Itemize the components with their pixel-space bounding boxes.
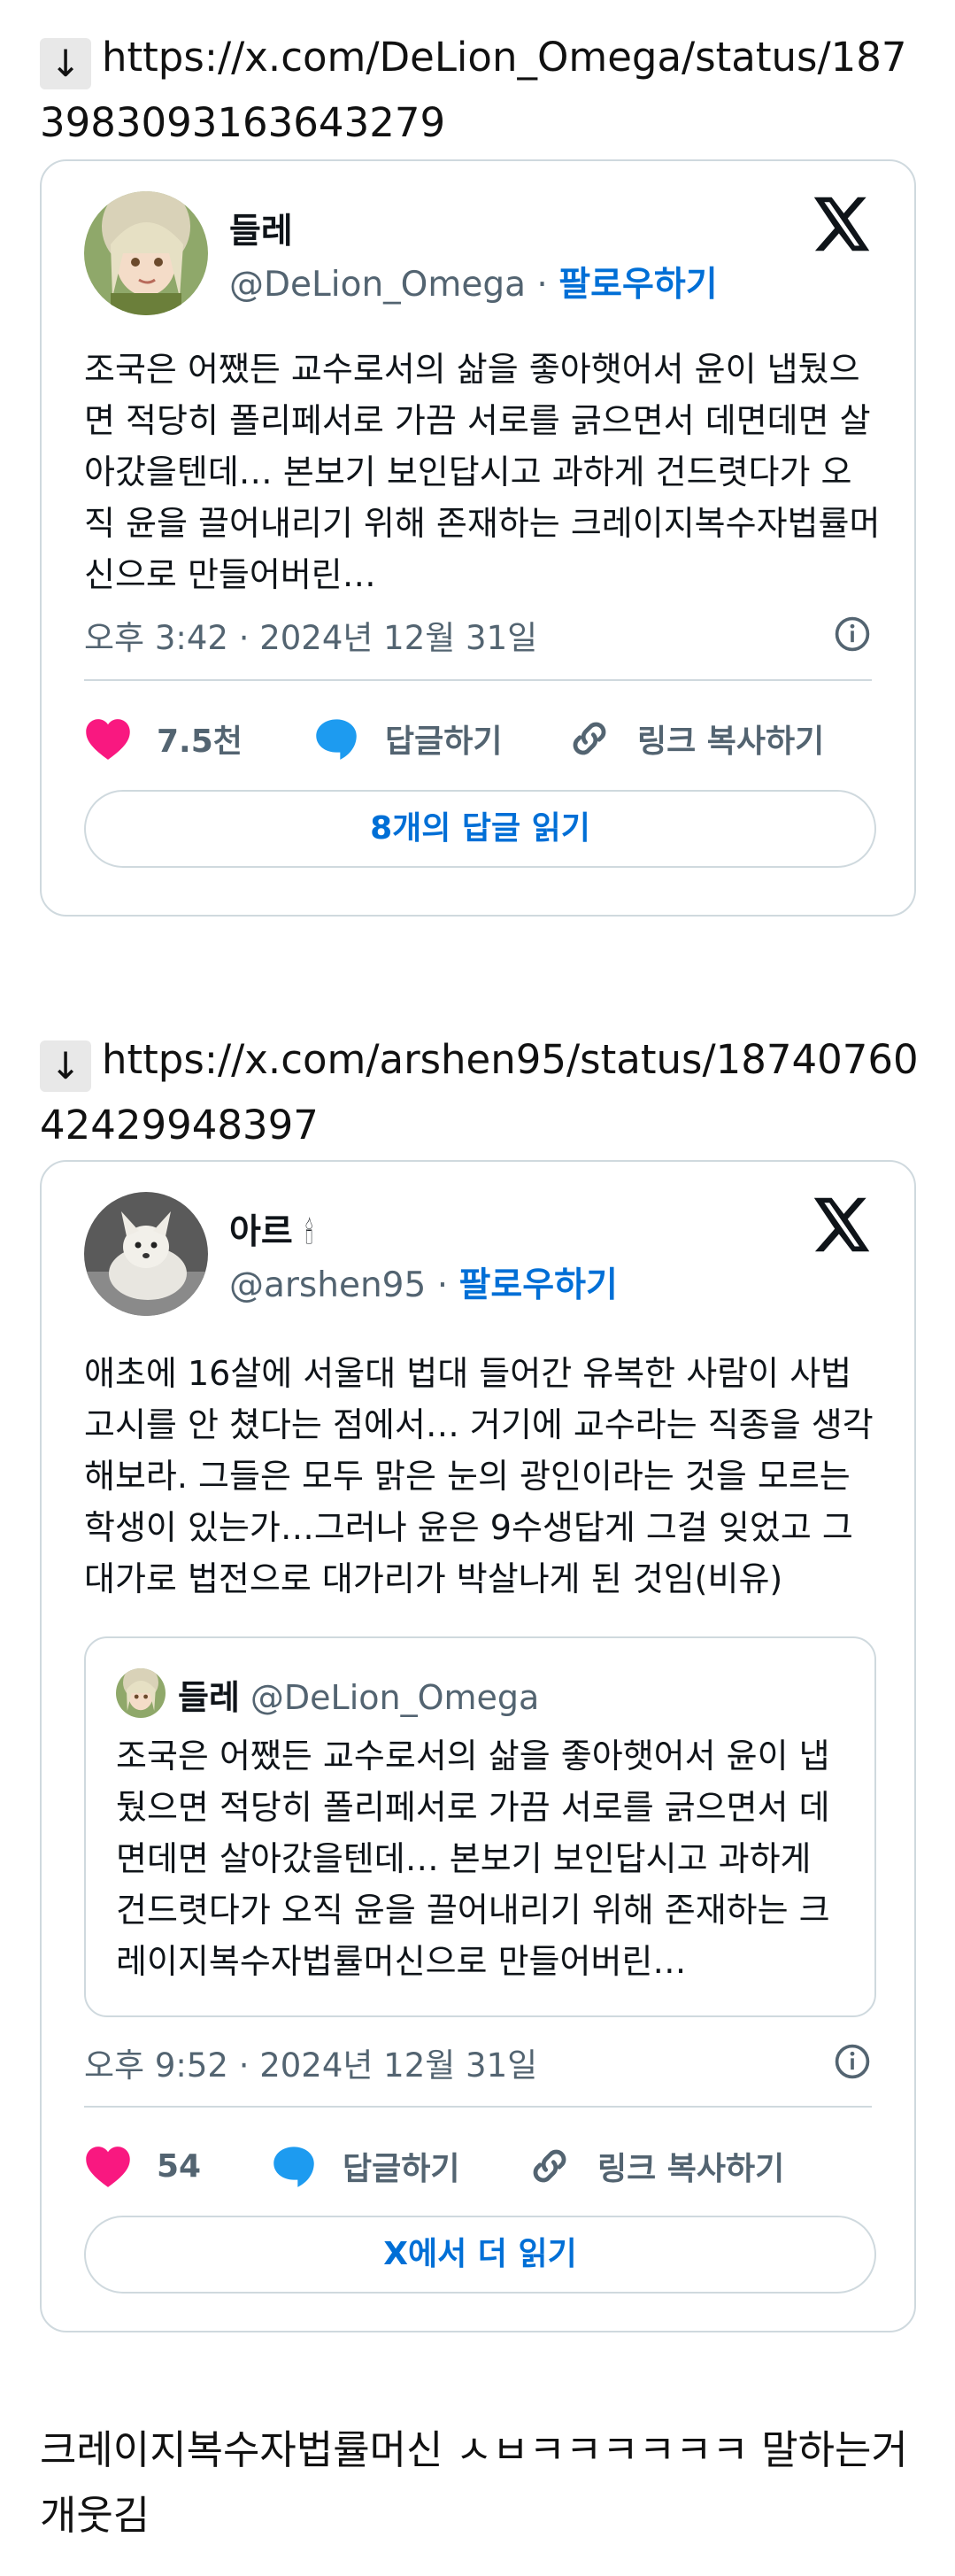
action-bar: 7.5천 답글하기 링크 복사하기 (84, 712, 881, 765)
like-count: 7.5천 (157, 723, 243, 760)
link-icon (573, 722, 606, 755)
speech-bubble-icon (316, 719, 357, 760)
quoted-text: 조국은 어쨌든 교수로서의 삶을 좋아햇어서 윤이 냅뒀으면 적당히 폴리페서로… (116, 1737, 830, 1981)
anime-girl-avatar-icon (116, 1668, 166, 1718)
reply-button[interactable]: 답글하기 (312, 712, 502, 765)
down-arrow-icon: ↓ (40, 1040, 91, 1092)
avatar[interactable] (84, 1192, 208, 1316)
display-name[interactable]: 아르 🕯 (229, 1204, 313, 1254)
heart-icon (86, 719, 130, 760)
copy-link-label: 링크 복사하기 (637, 723, 825, 760)
copy-link-label: 링크 복사하기 (597, 2151, 785, 2187)
post-comment: 크레이지복수자법률머신 ㅅㅂㅋㅋㅋㅋㅋㅋ 말하는거 개웃김 (40, 2426, 908, 2539)
read-more-on-x-button[interactable]: X에서 더 읽기 (84, 2216, 876, 2294)
avatar[interactable] (84, 191, 208, 315)
reply-button[interactable]: 답글하기 (270, 2139, 459, 2193)
tweet-card-1[interactable]: 들레 @DeLion_Omega · 팔로우하기 조국은 어쨌든 교수로서의 삶… (40, 159, 916, 917)
x-logo-icon[interactable] (813, 197, 872, 251)
info-icon[interactable] (833, 2042, 872, 2081)
copy-link-button[interactable]: 링크 복사하기 (566, 712, 824, 765)
like-count: 54 (157, 2147, 202, 2185)
tweet-header: 들레 @DeLion_Omega · 팔로우하기 (84, 191, 872, 319)
quoted-avatar (116, 1668, 166, 1718)
separator-dot: · (536, 265, 548, 305)
handle-row: @DeLion_Omega · 팔로우하기 (229, 257, 718, 306)
user-handle[interactable]: @arshen95 (229, 1265, 426, 1305)
follow-button[interactable]: 팔로우하기 (558, 265, 717, 305)
separator-dot: · (436, 1265, 449, 1305)
link-line-1[interactable]: ↓ https://x.com/DeLion_Omega/status/18739… (40, 25, 925, 156)
reply-label: 답글하기 (343, 2151, 460, 2187)
like-button[interactable]: 54 (84, 2139, 201, 2193)
action-bar: 54 답글하기 링크 복사하기 (84, 2139, 881, 2193)
tweet-url-1[interactable]: https://x.com/DeLion_Omega/status/187398… (40, 34, 907, 146)
quoted-tweet[interactable]: 들레 @DeLion_Omega 조국은 어쨌든 교수로서의 삶을 좋아햇어서 윤… (84, 1636, 876, 2017)
link-line-2[interactable]: ↓ https://x.com/arshen95/status/187407604… (40, 1027, 925, 1158)
quoted-handle: @DeLion_Omega (250, 1678, 540, 1717)
timestamp[interactable]: 오후 3:42 · 2024년 12월 31일 (84, 611, 537, 659)
reply-label: 답글하기 (385, 723, 503, 760)
display-name-text: 아르 (229, 1212, 293, 1252)
divider (84, 2106, 872, 2108)
anime-girl-avatar-icon (84, 191, 208, 315)
copy-link-button[interactable]: 링크 복사하기 (527, 2139, 784, 2193)
handle-row: @arshen95 · 팔로우하기 (229, 1257, 618, 1307)
dog-avatar-icon (84, 1192, 208, 1316)
x-logo-icon[interactable] (813, 1197, 872, 1252)
tweet-text: 애초에 16살에 서울대 법대 들어간 유복한 사람이 사법고시를 안 쳤다는 … (84, 1354, 874, 1598)
tweet-header: 아르 🕯 @arshen95 · 팔로우하기 (84, 1192, 872, 1319)
divider (84, 679, 872, 681)
quoted-display-name: 들레 (178, 1678, 240, 1717)
timestamp[interactable]: 오후 9:52 · 2024년 12월 31일 (84, 2038, 537, 2086)
display-name[interactable]: 들레 (229, 204, 293, 253)
heart-icon (86, 2147, 130, 2187)
link-icon (533, 2149, 566, 2183)
candle-emoji-icon: 🕯 (304, 1216, 313, 1251)
quoted-name-row: 들레 @DeLion_Omega (178, 1670, 539, 1719)
speech-bubble-icon (273, 2147, 314, 2187)
tweet-text: 조국은 어쨌든 교수로서의 삶을 좋아햇어서 윤이 냅뒀으면 적당히 폴리페서로… (84, 350, 881, 594)
user-handle[interactable]: @DeLion_Omega (229, 265, 526, 305)
read-replies-button[interactable]: 8개의 답글 읽기 (84, 790, 876, 868)
tweet-card-2[interactable]: 아르 🕯 @arshen95 · 팔로우하기 애초에 16살에 서울대 법대 들… (40, 1160, 916, 2332)
info-icon[interactable] (833, 615, 872, 654)
follow-button[interactable]: 팔로우하기 (459, 1265, 618, 1305)
like-button[interactable]: 7.5천 (84, 712, 243, 765)
tweet-url-2[interactable]: https://x.com/arshen95/status/1874076042… (40, 1036, 919, 1149)
down-arrow-icon: ↓ (40, 38, 91, 89)
